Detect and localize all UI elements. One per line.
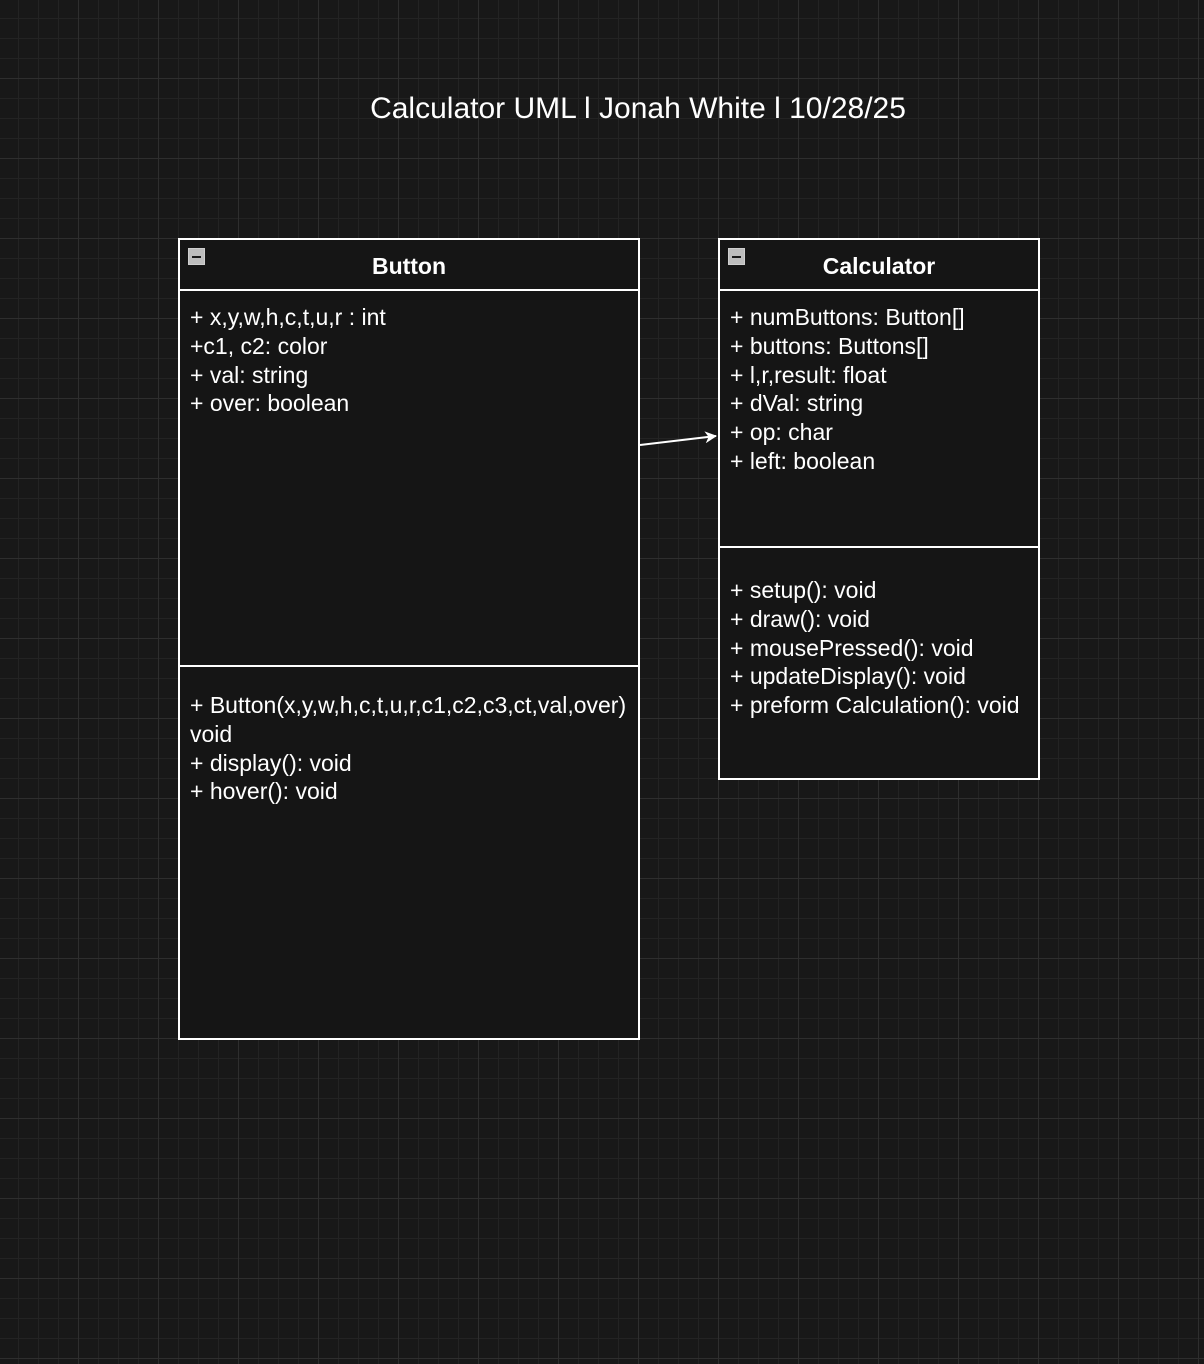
button-operation: + Button(x,y,w,h,c,t,u,r,c1,c2,c3,ct,val… xyxy=(190,692,627,747)
calculator-operation: + mousePressed(): void xyxy=(730,634,974,661)
button-operations-compartment: + Button(x,y,w,h,c,t,u,r,c1,c2,c3,ct,val… xyxy=(180,667,638,806)
calculator-operation: + draw(): void xyxy=(730,605,870,632)
association-line[interactable] xyxy=(639,431,717,446)
calculator-attribute: + buttons: Buttons[] xyxy=(730,332,929,359)
calculator-attributes-compartment: + numButtons: Button[] + buttons: Button… xyxy=(720,291,1038,548)
calculator-class-header: Calculator xyxy=(720,240,1038,291)
calculator-attribute: + numButtons: Button[] xyxy=(730,304,965,330)
button-class-box[interactable]: Button + x,y,w,h,c,t,u,r : int +c1, c2: … xyxy=(178,238,640,1040)
button-operation: + hover(): void xyxy=(190,778,338,805)
calculator-attribute: + left: boolean xyxy=(730,447,876,474)
calculator-class-box[interactable]: Calculator + numButtons: Button[] + butt… xyxy=(718,238,1040,780)
button-attribute: + over: boolean xyxy=(190,390,350,417)
calculator-operation: + preform Calculation(): void xyxy=(730,692,1020,719)
calculator-operations-compartment: + setup(): void + draw(): void + mousePr… xyxy=(720,548,1038,720)
calculator-class-name: Calculator xyxy=(822,253,936,279)
calculator-operation: + setup(): void xyxy=(730,577,877,603)
button-attribute: + val: string xyxy=(190,361,309,388)
calculator-attribute: + dVal: string xyxy=(730,390,864,417)
calculator-attribute: + l,r,result: float xyxy=(730,361,887,388)
calculator-operation: + updateDisplay(): void xyxy=(730,663,966,690)
button-operation: + display(): void xyxy=(190,749,352,776)
button-class-header: Button xyxy=(180,240,638,291)
calculator-attribute: + op: char xyxy=(730,419,833,446)
button-attribute: +c1, c2: color xyxy=(190,332,328,359)
button-attributes-compartment: + x,y,w,h,c,t,u,r : int +c1, c2: color +… xyxy=(180,291,638,667)
button-class-name: Button xyxy=(371,253,447,279)
button-attribute: + x,y,w,h,c,t,u,r : int xyxy=(190,304,386,330)
